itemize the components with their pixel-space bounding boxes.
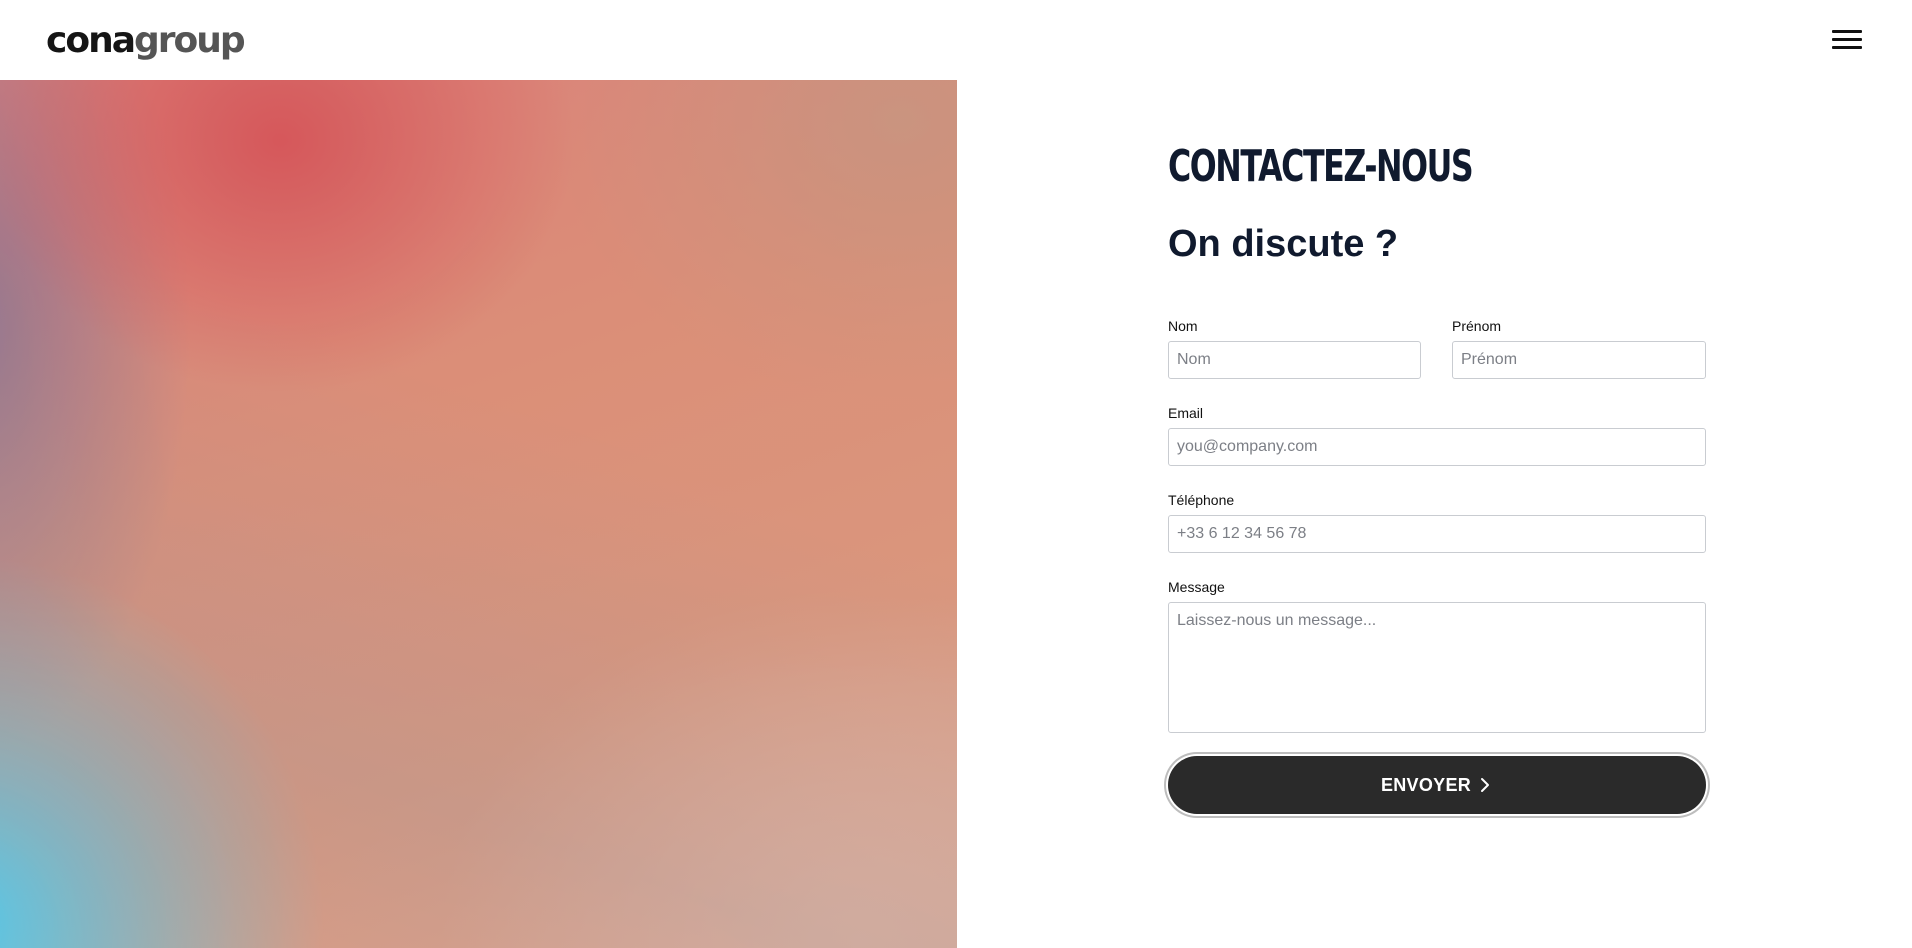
telephone-label: Téléphone — [1168, 492, 1235, 508]
email-input[interactable] — [1168, 428, 1706, 466]
hamburger-menu-icon[interactable] — [1830, 26, 1864, 54]
nom-input[interactable] — [1168, 341, 1421, 379]
envoyer-button-label: ENVOYER — [1380, 774, 1472, 795]
prenom-input[interactable] — [1452, 341, 1706, 379]
hero-gradient-image — [0, 80, 957, 948]
nom-label: Nom — [1168, 318, 1198, 334]
logo-text-group: group — [134, 20, 246, 61]
contact-title: CONTACTEZ-NOUS — [1168, 141, 1474, 192]
message-label: Message — [1168, 579, 1225, 595]
contact-subtitle: On discute ? — [1168, 223, 1399, 265]
telephone-input[interactable] — [1168, 515, 1706, 553]
site-header: conagroup — [0, 0, 1912, 80]
envoyer-button[interactable]: ENVOYER — [1168, 756, 1706, 814]
message-textarea[interactable] — [1168, 602, 1706, 733]
logo-text-cona: cona — [46, 20, 136, 61]
conagroup-logo[interactable]: conagroup — [46, 20, 246, 62]
hamburger-line — [1832, 30, 1862, 33]
hamburger-line — [1832, 46, 1862, 49]
email-label: Email — [1168, 405, 1204, 421]
hamburger-line — [1832, 38, 1862, 41]
chevron-right-icon — [1481, 778, 1490, 792]
prenom-label: Prénom — [1452, 318, 1502, 334]
contact-section: CONTACTEZ-NOUS On discute ? Nom Prénom E… — [1168, 138, 1708, 814]
logo-text: conagroup — [46, 20, 246, 61]
